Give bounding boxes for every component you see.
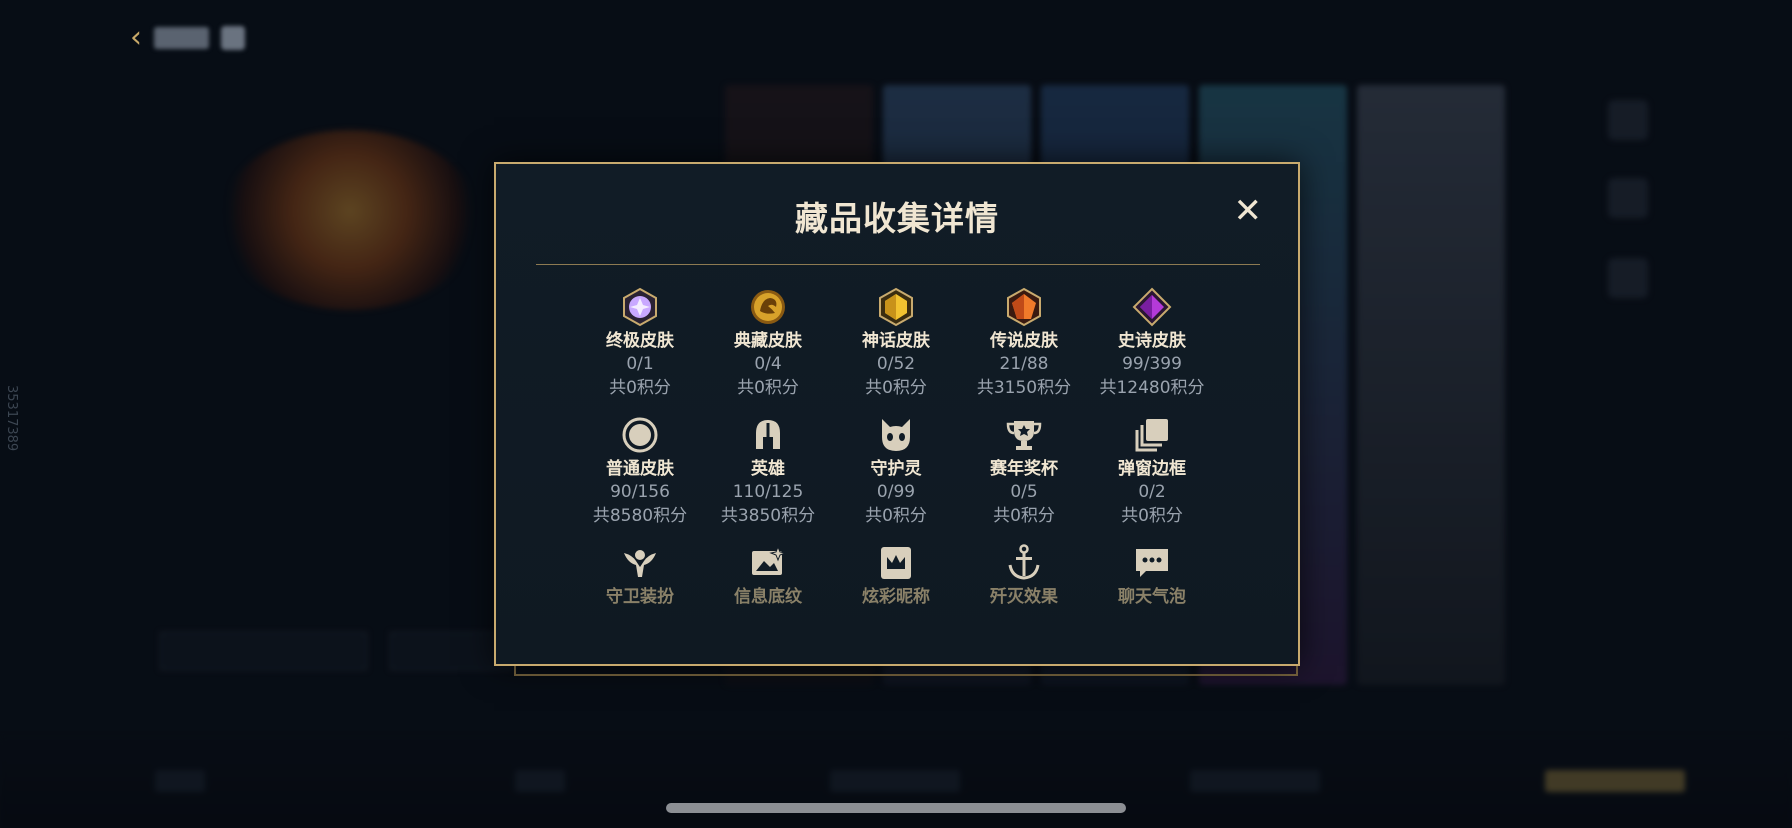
item-name: 传说皮肤 xyxy=(990,331,1058,351)
item-name: 守护灵 xyxy=(870,459,922,479)
collection-item-chat-bubbles[interactable]: 聊天气泡 xyxy=(1088,542,1216,608)
ward-icon xyxy=(576,542,704,584)
close-icon[interactable]: ✕ xyxy=(1234,194,1263,228)
trophy-icon xyxy=(960,414,1088,456)
item-name: 守卫装扮 xyxy=(606,587,674,607)
item-count: 0/52 xyxy=(876,354,916,374)
orange-gem-icon xyxy=(960,286,1088,328)
collection-item-legendary-skins[interactable]: 传说皮肤 21/88 共3150积分 xyxy=(960,286,1088,414)
little-legend-icon xyxy=(832,414,960,456)
item-name: 炫彩昵称 xyxy=(862,587,930,607)
frame-stack-icon xyxy=(1088,414,1216,456)
item-points: 共12480积分 xyxy=(1099,378,1205,398)
item-count: 0/99 xyxy=(876,482,916,502)
item-points: 共0积分 xyxy=(993,506,1055,526)
collection-row-3: 守卫装扮 信息底纹 炫彩昵称 歼灭效果 聊天气泡 xyxy=(576,542,1216,608)
item-points: 共0积分 xyxy=(865,506,927,526)
item-points: 共3150积分 xyxy=(976,378,1072,398)
top-left-controls: ‹ xyxy=(130,20,245,55)
scroll-fade xyxy=(496,602,1298,664)
purple-gem-icon xyxy=(1088,286,1216,328)
item-name: 弹窗边框 xyxy=(1118,459,1186,479)
item-name: 史诗皮肤 xyxy=(1118,331,1186,351)
item-count: 0/5 xyxy=(1010,482,1038,502)
item-points: 共0积分 xyxy=(737,378,799,398)
collection-grid: 终极皮肤 0/1 共0积分 典藏皮肤 0/4 共0积分 神话皮肤 0/52 共0… xyxy=(576,286,1216,608)
item-points: 共8580积分 xyxy=(592,506,688,526)
collection-item-profile-banners[interactable]: 信息底纹 xyxy=(704,542,832,608)
back-chevron-icon[interactable]: ‹ xyxy=(130,20,142,55)
item-count: 21/88 xyxy=(999,354,1049,374)
collection-row-2: 普通皮肤 90/156 共8580积分 英雄 110/125 共3850积分 守… xyxy=(576,414,1216,542)
title-divider xyxy=(536,264,1260,265)
circle-icon xyxy=(576,414,704,456)
item-name: 歼灭效果 xyxy=(990,587,1058,607)
item-name: 信息底纹 xyxy=(734,587,802,607)
item-count: 0/2 xyxy=(1138,482,1166,502)
collection-item-season-trophies[interactable]: 赛年奖杯 0/5 共0积分 xyxy=(960,414,1088,542)
collection-item-finisher-effects[interactable]: 歼灭效果 xyxy=(960,542,1088,608)
item-points: 共0积分 xyxy=(1121,506,1183,526)
home-indicator[interactable] xyxy=(666,803,1126,813)
collection-item-popup-frames[interactable]: 弹窗边框 0/2 共0积分 xyxy=(1088,414,1216,542)
item-name: 英雄 xyxy=(751,459,785,479)
dragon-emblem-icon xyxy=(704,286,832,328)
collection-item-ward-skins[interactable]: 守卫装扮 xyxy=(576,542,704,608)
collection-item-ultimate-skins[interactable]: 终极皮肤 0/1 共0积分 xyxy=(576,286,704,414)
item-count: 0/4 xyxy=(754,354,782,374)
modal-title: 藏品收集详情 xyxy=(795,199,999,238)
collection-item-mythic-skins[interactable]: 神话皮肤 0/52 共0积分 xyxy=(832,286,960,414)
collection-item-colorful-names[interactable]: 炫彩昵称 xyxy=(832,542,960,608)
crown-card-icon xyxy=(832,542,960,584)
item-name: 聊天气泡 xyxy=(1118,587,1186,607)
item-count: 110/125 xyxy=(732,482,804,502)
item-name: 普通皮肤 xyxy=(606,459,674,479)
chat-bubble-icon xyxy=(1088,542,1216,584)
item-count: 99/399 xyxy=(1122,354,1182,374)
banner-sparkle-icon xyxy=(704,542,832,584)
vertical-id-text: 35317389 xyxy=(4,385,19,452)
item-count: 0/1 xyxy=(626,354,654,374)
gold-gem-icon xyxy=(832,286,960,328)
item-points: 共0积分 xyxy=(609,378,671,398)
blurred-icon[interactable] xyxy=(221,25,245,50)
item-name: 终极皮肤 xyxy=(606,331,674,351)
helmet-icon xyxy=(704,414,832,456)
collection-row-1: 终极皮肤 0/1 共0积分 典藏皮肤 0/4 共0积分 神话皮肤 0/52 共0… xyxy=(576,286,1216,414)
item-name: 典藏皮肤 xyxy=(734,331,802,351)
collection-item-prestige-skins[interactable]: 典藏皮肤 0/4 共0积分 xyxy=(704,286,832,414)
collection-item-little-legends[interactable]: 守护灵 0/99 共0积分 xyxy=(832,414,960,542)
item-name: 赛年奖杯 xyxy=(990,459,1058,479)
collection-item-champions[interactable]: 英雄 110/125 共3850积分 xyxy=(704,414,832,542)
ultimate-gem-icon xyxy=(576,286,704,328)
item-name: 神话皮肤 xyxy=(862,331,930,351)
back-label[interactable] xyxy=(154,26,209,49)
item-count: 90/156 xyxy=(610,482,670,502)
item-points: 共3850积分 xyxy=(720,506,816,526)
collection-item-epic-skins[interactable]: 史诗皮肤 99/399 共12480积分 xyxy=(1088,286,1216,414)
collection-item-regular-skins[interactable]: 普通皮肤 90/156 共8580积分 xyxy=(576,414,704,542)
item-points: 共0积分 xyxy=(865,378,927,398)
collection-details-modal: 藏品收集详情 ✕ 终极皮肤 0/1 共0积分 典藏皮肤 0/4 共0积分 神话皮… xyxy=(494,162,1300,666)
anchor-icon xyxy=(960,542,1088,584)
